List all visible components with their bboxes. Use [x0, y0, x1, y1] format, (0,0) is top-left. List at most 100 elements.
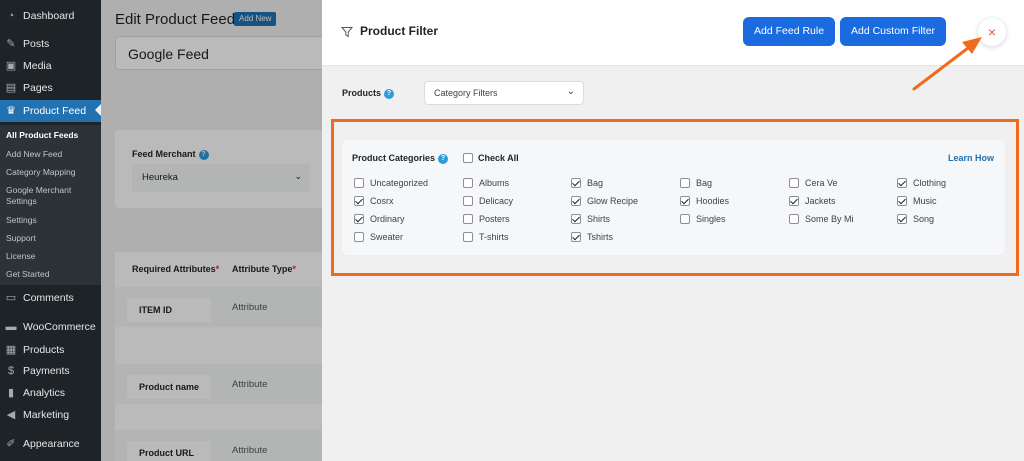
- category-checkbox-item[interactable]: Singles: [680, 214, 726, 224]
- category-label: Albums: [479, 178, 510, 188]
- submenu-category-mapping[interactable]: Category Mapping: [6, 167, 98, 178]
- check-all-checkbox[interactable]: Check All: [463, 153, 519, 163]
- checkbox-unchecked[interactable]: [789, 178, 799, 188]
- category-checkbox-item[interactable]: Cera Ve: [789, 178, 838, 188]
- submenu-get-started[interactable]: Get Started: [6, 269, 98, 280]
- checkbox-checked[interactable]: [897, 178, 907, 188]
- category-checkbox-item[interactable]: Clothing: [897, 178, 946, 188]
- media-icon: ▣: [5, 60, 17, 72]
- sidebar-item-marketing[interactable]: ◀ Marketing: [0, 405, 101, 425]
- sidebar-item-dashboard[interactable]: ◔ Dashboard: [0, 6, 101, 26]
- category-checkbox-item[interactable]: Bag: [680, 178, 712, 188]
- submenu-settings[interactable]: Settings: [6, 215, 98, 226]
- add-feed-rule-button[interactable]: Add Feed Rule: [743, 17, 836, 46]
- category-checkbox-item[interactable]: Ordinary: [354, 214, 405, 224]
- dashboard-icon: ◔: [7, 10, 15, 22]
- category-checkbox-item[interactable]: Cosrx: [354, 196, 394, 206]
- category-checkbox-item[interactable]: Tshirts: [571, 232, 613, 242]
- sidebar-item-label: Dashboard: [23, 10, 75, 22]
- checkbox-unchecked[interactable]: [463, 214, 473, 224]
- admin-sidebar: ◔ Dashboard ✎ Posts ▣ Media ▤ Pages ♛ Pr…: [0, 0, 101, 461]
- checkbox-checked[interactable]: [354, 196, 364, 206]
- checkbox-checked[interactable]: [571, 178, 581, 188]
- checkbox-checked[interactable]: [897, 196, 907, 206]
- submenu-support[interactable]: Support: [6, 233, 98, 244]
- category-checkbox-item[interactable]: Some By Mi: [789, 214, 854, 224]
- appearance-icon: ✐: [6, 438, 16, 450]
- sidebar-item-label: Posts: [23, 38, 50, 50]
- comments-icon: ▭: [5, 292, 17, 304]
- category-checkbox-item[interactable]: Posters: [463, 214, 510, 224]
- category-label: Posters: [479, 214, 510, 224]
- category-checkbox-item[interactable]: Delicacy: [463, 196, 513, 206]
- sidebar-item-label: Analytics: [23, 387, 66, 399]
- category-checkbox-item[interactable]: Song: [897, 214, 934, 224]
- category-label: Sweater: [370, 232, 404, 242]
- category-label: T-shirts: [479, 232, 509, 242]
- sidebar-item-woocommerce[interactable]: ▬ WooCommerce: [0, 317, 101, 337]
- product-feed-icon: ♛: [6, 105, 16, 117]
- sidebar-item-pages[interactable]: ▤ Pages: [0, 78, 101, 98]
- modal-backdrop[interactable]: [101, 0, 323, 461]
- sidebar-item-products[interactable]: ▦ Products: [0, 340, 101, 360]
- category-label: Tshirts: [587, 232, 614, 242]
- sidebar-item-product-feed[interactable]: ♛ Product Feed: [0, 100, 101, 122]
- submenu-add-new-feed[interactable]: Add New Feed: [6, 149, 98, 160]
- chevron-down-icon: ⌄: [566, 86, 575, 97]
- category-checkbox-item[interactable]: Music: [897, 196, 937, 206]
- learn-how-link[interactable]: Learn How: [948, 153, 994, 163]
- category-label: Delicacy: [479, 196, 514, 206]
- product-feed-submenu: All Product Feeds Add New Feed Category …: [0, 125, 101, 285]
- products-label: Products?: [342, 88, 395, 99]
- checkbox-checked[interactable]: [789, 196, 799, 206]
- submenu-license[interactable]: License: [6, 251, 98, 262]
- checkbox-checked[interactable]: [354, 214, 364, 224]
- checkbox-unchecked[interactable]: [463, 232, 473, 242]
- category-checkbox-item[interactable]: T-shirts: [463, 232, 509, 242]
- pages-icon: ▤: [5, 82, 17, 94]
- drawer-title: Product Filter: [360, 24, 439, 38]
- checkbox-checked[interactable]: [571, 196, 581, 206]
- checkbox[interactable]: [463, 153, 473, 163]
- sidebar-item-label: Marketing: [23, 409, 70, 421]
- category-checkbox-item[interactable]: Glow Recipe: [571, 196, 638, 206]
- category-checkbox-item[interactable]: Sweater: [354, 232, 403, 242]
- checkbox-unchecked[interactable]: [789, 214, 799, 224]
- checkbox-unchecked[interactable]: [680, 214, 690, 224]
- sidebar-item-payments[interactable]: $ Payments: [0, 361, 101, 381]
- help-icon[interactable]: ?: [438, 153, 449, 164]
- category-checkbox-item[interactable]: Jackets: [789, 196, 836, 206]
- sidebar-item-analytics[interactable]: ▮ Analytics: [0, 383, 101, 403]
- sidebar-item-label: Media: [23, 60, 52, 72]
- sidebar-item-appearance[interactable]: ✐ Appearance: [0, 434, 101, 454]
- submenu-all-product-feeds[interactable]: All Product Feeds: [6, 130, 98, 141]
- checkbox-unchecked[interactable]: [354, 232, 364, 242]
- help-icon[interactable]: ?: [384, 88, 395, 99]
- sidebar-item-comments[interactable]: ▭ Comments: [0, 288, 101, 308]
- category-checkbox-item[interactable]: Hoodies: [680, 196, 729, 206]
- category-checkbox-item[interactable]: Albums: [463, 178, 509, 188]
- woocommerce-icon: ▬: [5, 321, 17, 333]
- sidebar-item-label: Appearance: [23, 438, 80, 450]
- sidebar-item-media[interactable]: ▣ Media: [0, 56, 101, 76]
- checkbox-checked[interactable]: [897, 214, 907, 224]
- checkbox-unchecked[interactable]: [463, 178, 473, 188]
- marketing-icon: ◀: [6, 409, 16, 421]
- category-checkbox-item[interactable]: Bag: [571, 178, 603, 188]
- checkbox-unchecked[interactable]: [354, 178, 364, 188]
- checkbox-unchecked[interactable]: [463, 196, 473, 206]
- category-label: Song: [913, 214, 935, 224]
- submenu-google-merchant-settings[interactable]: Google Merchant Settings: [6, 185, 98, 207]
- category-label: Cera Ve: [805, 178, 838, 188]
- category-checkbox-item[interactable]: Uncategorized: [354, 178, 428, 188]
- checkbox-checked[interactable]: [571, 232, 581, 242]
- checkbox-unchecked[interactable]: [680, 178, 690, 188]
- sidebar-item-label: Products: [23, 344, 65, 356]
- checkbox-checked[interactable]: [680, 196, 690, 206]
- checkbox-checked[interactable]: [571, 214, 581, 224]
- category-label: Bag: [696, 178, 713, 188]
- products-label-text: Products: [342, 88, 382, 98]
- category-filter-select[interactable]: Category Filters ⌄: [424, 81, 584, 105]
- category-checkbox-item[interactable]: Shirts: [571, 214, 610, 224]
- sidebar-item-posts[interactable]: ✎ Posts: [0, 34, 101, 54]
